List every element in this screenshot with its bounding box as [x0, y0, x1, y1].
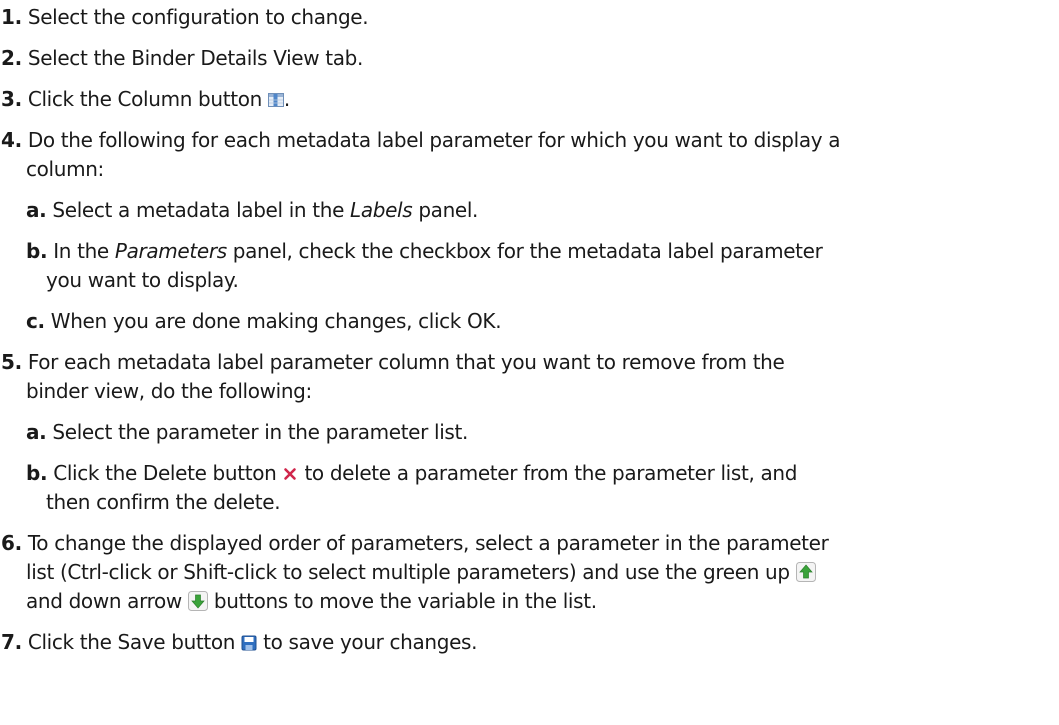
- step-text: Click the Save button: [27, 630, 242, 654]
- down-arrow-icon: [187, 591, 208, 611]
- step-2: 2. Select the Binder Details View tab.: [1, 45, 363, 71]
- step-text: To change the displayed order of paramet…: [27, 531, 829, 555]
- step-5: 5. For each metadata label parameter col…: [1, 349, 785, 375]
- step-text: Select the configuration to change.: [27, 5, 369, 29]
- step-number: 2.: [1, 46, 22, 70]
- substep-text-end: panel.: [412, 198, 479, 222]
- parameters-panel-name: Parameters: [114, 239, 227, 263]
- step-text-end: buttons to move the variable in the list…: [207, 589, 597, 613]
- step-4: 4. Do the following for each metadata la…: [1, 127, 840, 153]
- step-3: 3. Click the Column button .: [1, 86, 290, 112]
- step-number: 7.: [1, 630, 22, 654]
- substep-4a: a. Select a metadata label in the Labels…: [26, 197, 478, 223]
- step-6: 6. To change the displayed order of para…: [1, 530, 829, 556]
- step-text: Do the following for each metadata label…: [27, 128, 841, 152]
- substep-letter: c.: [26, 309, 45, 333]
- substep-text-end: to delete a parameter from the parameter…: [298, 461, 798, 485]
- step-number: 4.: [1, 128, 22, 152]
- substep-4b-continuation: you want to display.: [46, 267, 239, 293]
- substep-text: Click the Delete button: [53, 461, 283, 485]
- labels-panel-name: Labels: [350, 198, 413, 222]
- substep-4c: c. When you are done making changes, cli…: [26, 308, 502, 334]
- column-icon: [267, 92, 284, 108]
- step-6-continuation-2: and down arrow buttons to move the varia…: [26, 588, 597, 614]
- substep-5b: b. Click the Delete button to delete a p…: [26, 460, 797, 486]
- step-text-end: to save your changes.: [257, 630, 478, 654]
- step-4-continuation: column:: [26, 156, 104, 182]
- substep-text-end: panel, check the checkbox for the metada…: [226, 239, 823, 263]
- step-number: 3.: [1, 87, 22, 111]
- step-1: 1. Select the configuration to change.: [1, 4, 369, 30]
- substep-letter: b.: [26, 461, 48, 485]
- step-text: list (Ctrl-click or Shift-click to selec…: [26, 560, 796, 584]
- substep-letter: b.: [26, 239, 48, 263]
- step-text: binder view, do the following:: [26, 379, 312, 403]
- step-text-end: .: [283, 87, 290, 111]
- step-number: 6.: [1, 531, 22, 555]
- up-arrow-icon: [795, 562, 816, 582]
- substep-5b-continuation: then confirm the delete.: [46, 489, 281, 515]
- save-icon: [241, 635, 257, 651]
- substep-text: then confirm the delete.: [46, 490, 281, 514]
- substep-text: Select the parameter in the parameter li…: [52, 420, 468, 444]
- substep-letter: a.: [26, 420, 47, 444]
- delete-icon: [282, 466, 298, 482]
- step-6-continuation: list (Ctrl-click or Shift-click to selec…: [26, 559, 816, 585]
- step-text: Click the Column button: [27, 87, 268, 111]
- step-text: Select the Binder Details View tab.: [27, 46, 364, 70]
- step-number: 5.: [1, 350, 22, 374]
- substep-text: Select a metadata label in the: [52, 198, 351, 222]
- substep-4b: b. In the Parameters panel, check the ch…: [26, 238, 823, 264]
- step-text: column:: [26, 157, 104, 181]
- substep-text: In the: [53, 239, 115, 263]
- substep-text: When you are done making changes, click …: [50, 309, 502, 333]
- step-5-continuation: binder view, do the following:: [26, 378, 312, 404]
- step-text: For each metadata label parameter column…: [27, 350, 785, 374]
- step-7: 7. Click the Save button to save your ch…: [1, 629, 477, 655]
- substep-letter: a.: [26, 198, 47, 222]
- step-number: 1.: [1, 5, 22, 29]
- substep-5a: a. Select the parameter in the parameter…: [26, 419, 468, 445]
- step-text: and down arrow: [26, 589, 188, 613]
- substep-text: you want to display.: [46, 268, 239, 292]
